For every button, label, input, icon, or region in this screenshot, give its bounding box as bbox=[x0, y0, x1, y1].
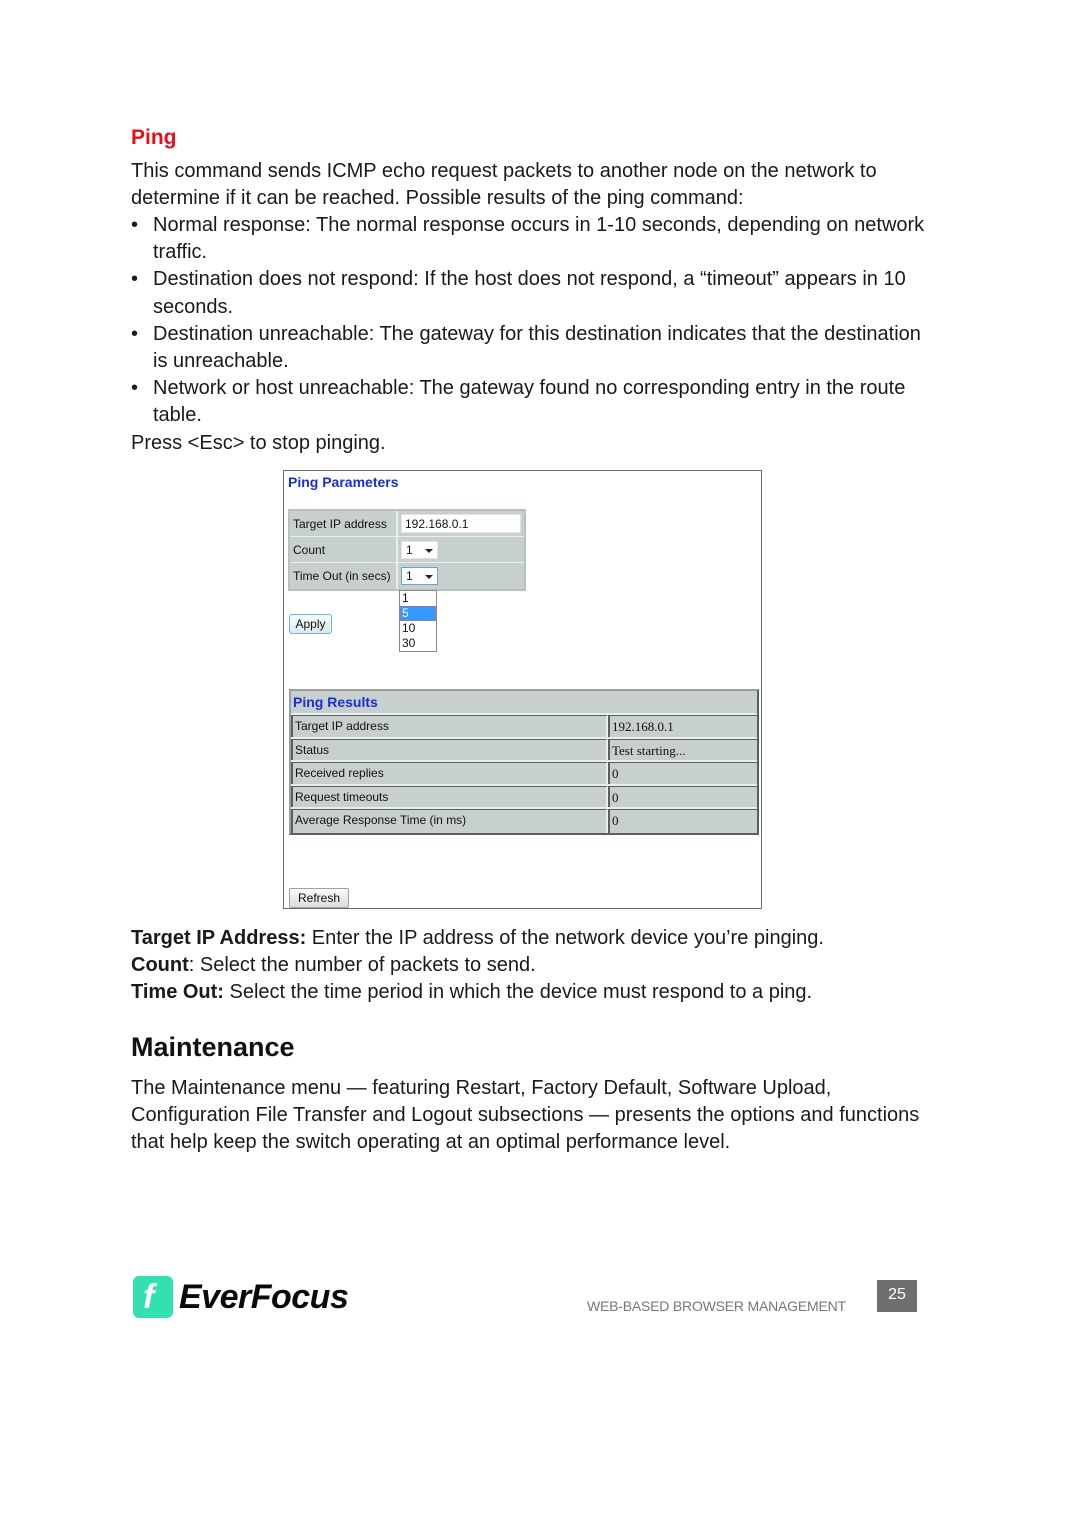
table-row: Target IP address 192.168.0.1 bbox=[291, 715, 757, 739]
param-row-target-ip: Target IP address 192.168.0.1 bbox=[290, 511, 524, 537]
timeout-label: Time Out (in secs) bbox=[290, 563, 398, 589]
maintenance-heading: Maintenance bbox=[131, 1032, 295, 1062]
bullet-icon: • bbox=[131, 322, 139, 345]
ping-parameters-table: Target IP address 192.168.0.1 Count 1 Ti… bbox=[288, 509, 526, 591]
param-row-count: Count 1 bbox=[290, 537, 524, 563]
target-ip-label: Target IP address bbox=[290, 511, 398, 536]
target-ip-input[interactable]: 192.168.0.1 bbox=[401, 514, 521, 533]
ping-parameters-title: Ping Parameters bbox=[288, 474, 399, 490]
chevron-down-icon bbox=[425, 575, 433, 579]
ping-heading: Ping bbox=[131, 126, 177, 149]
status-value: Test starting... bbox=[608, 738, 757, 760]
table-row: Request timeouts 0 bbox=[291, 785, 757, 809]
ping-results-title: Ping Results bbox=[291, 691, 757, 715]
timeout-option[interactable]: 30 bbox=[400, 636, 436, 651]
refresh-button[interactable]: Refresh bbox=[289, 888, 349, 908]
footer-section-name: WEB-BASED BROWSER MANAGEMENT bbox=[587, 1298, 846, 1314]
table-row: Average Response Time (in ms) 0 bbox=[291, 809, 757, 833]
list-item: • Destination unreachable: The gateway fo… bbox=[131, 322, 921, 373]
timeout-select[interactable]: 1 bbox=[401, 567, 438, 585]
ping-screenshot-panel: Ping Parameters Target IP address 192.16… bbox=[283, 470, 762, 909]
bullet-icon: • bbox=[131, 214, 139, 236]
timeout-option[interactable]: 10 bbox=[400, 621, 436, 636]
press-esc-note: Press <Esc> to stop pinging. bbox=[131, 432, 386, 454]
bullet-icon: • bbox=[131, 268, 139, 291]
list-item: • Destination does not respond: If the ho… bbox=[131, 268, 906, 318]
count-select[interactable]: 1 bbox=[401, 541, 438, 559]
timeout-dropdown-list: 1 5 10 30 bbox=[399, 590, 437, 652]
ping-results-table: Ping Results Target IP address 192.168.0… bbox=[289, 689, 759, 835]
ping-intro: This command sends ICMP echo request pac… bbox=[131, 160, 877, 210]
definition-count: Count: Select the number of packets to s… bbox=[131, 954, 536, 977]
definition-timeout: Time Out: Select the time period in whic… bbox=[131, 981, 813, 1004]
list-item: • Network or host unreachable: The gatewa… bbox=[131, 377, 906, 427]
ping-results-list: • Normal response: The normal response oc… bbox=[131, 212, 931, 430]
definition-target-ip: Target IP Address: Enter the IP address … bbox=[131, 927, 824, 949]
timeout-option[interactable]: 1 bbox=[400, 591, 436, 606]
table-row: Received replies 0 bbox=[291, 762, 757, 786]
list-item: • Normal response: The normal response oc… bbox=[131, 214, 925, 264]
table-row: Status Test starting... bbox=[291, 738, 757, 762]
count-label: Count bbox=[290, 537, 398, 562]
brand-name: EverFocus bbox=[179, 1277, 349, 1316]
page-number: 25 bbox=[877, 1280, 917, 1312]
timeout-option-highlighted[interactable]: 5 bbox=[400, 606, 436, 621]
apply-button[interactable]: Apply bbox=[289, 614, 332, 634]
param-row-timeout: Time Out (in secs) 1 bbox=[290, 563, 524, 589]
bullet-icon: • bbox=[131, 377, 139, 400]
chevron-down-icon bbox=[425, 549, 433, 553]
maintenance-description: The Maintenance menu — featuring Restart… bbox=[131, 1077, 920, 1154]
everfocus-logo: f EverFocus bbox=[133, 1276, 349, 1318]
field-definitions: Target IP Address: Enter the IP address … bbox=[131, 925, 931, 1007]
everfocus-logo-icon: f bbox=[133, 1276, 173, 1318]
